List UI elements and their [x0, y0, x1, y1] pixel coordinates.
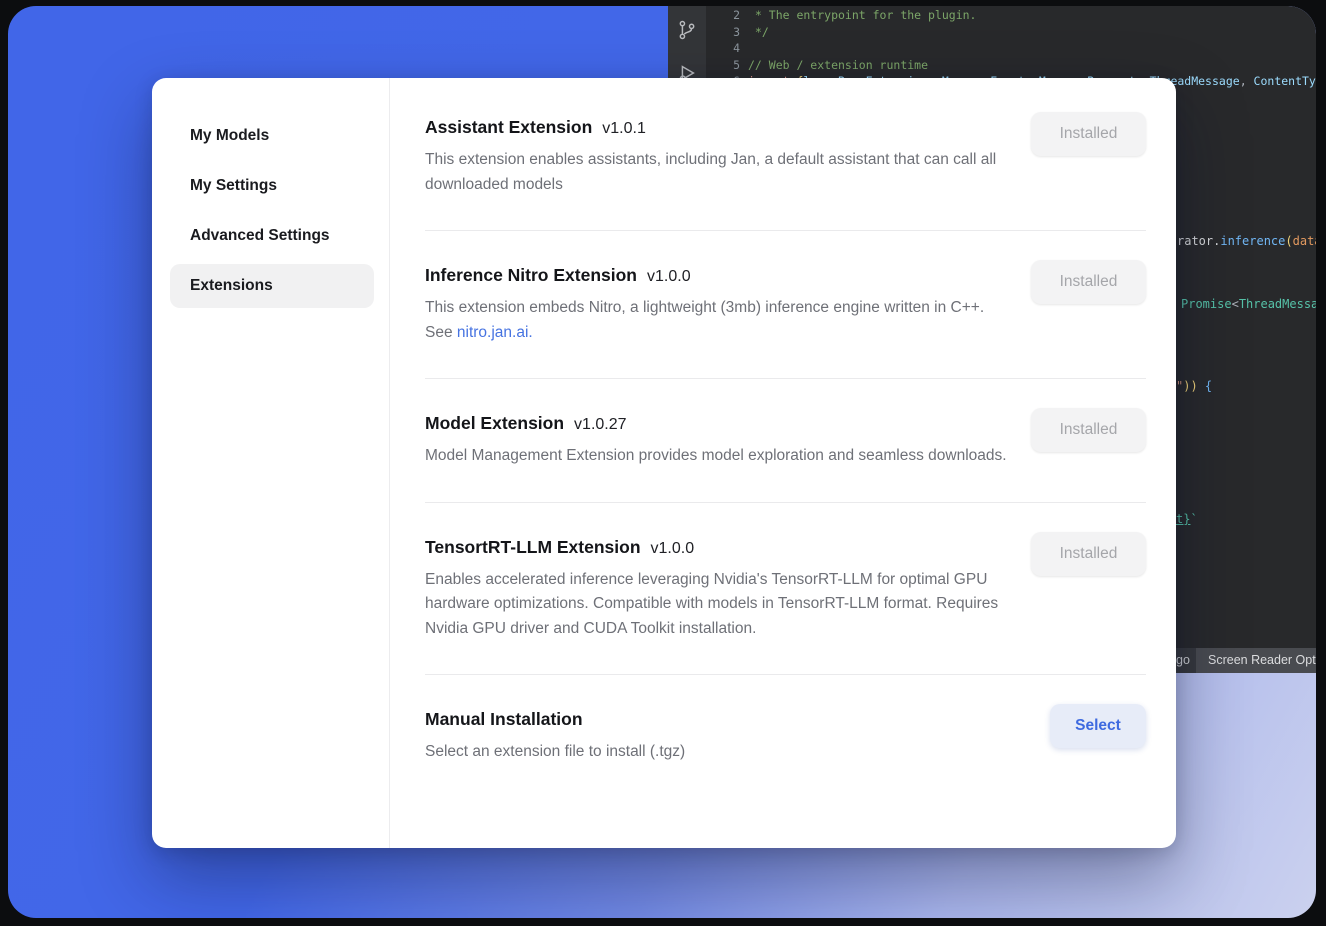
extension-row: Inference Nitro Extension v1.0.0 This ext… [425, 260, 1146, 345]
extension-description: Enables accelerated inference leveraging… [425, 568, 1010, 642]
installed-button[interactable]: Installed [1031, 260, 1146, 304]
code-line: 3 */ [706, 24, 1316, 41]
sidebar-item-extensions[interactable]: Extensions [170, 264, 374, 308]
extension-version: v1.0.0 [647, 268, 691, 285]
extension-row: Assistant Extension v1.0.1 This extension… [425, 112, 1146, 197]
code-line: 5// Web / extension runtime [706, 57, 1316, 74]
extension-version: v1.0.27 [574, 416, 626, 433]
extension-row: TensortRT-LLM Extension v1.0.0 Enables ac… [425, 532, 1146, 642]
code-line: 4 [706, 40, 1316, 57]
extension-description: This extension embeds Nitro, a lightweig… [425, 296, 1010, 345]
sidebar-item-label: My Models [190, 127, 269, 145]
code-fragment: t}` [1176, 512, 1198, 527]
manual-installation-row: Manual Installation Select an extension … [425, 704, 1146, 765]
background-card: 2 * The entrypoint for the plugin.3 */45… [8, 6, 1316, 918]
installed-button[interactable]: Installed [1031, 112, 1146, 156]
extension-title: TensortRT-LLM Extension [425, 537, 641, 557]
select-button[interactable]: Select [1050, 704, 1146, 748]
nitro-link[interactable]: nitro.jan.ai. [457, 324, 533, 341]
row-divider [425, 674, 1146, 675]
code-fragment: rator.inference(data)); [1177, 234, 1316, 249]
extension-row: Model Extension v1.0.27 Model Management … [425, 408, 1146, 469]
extension-version: v1.0.1 [602, 120, 646, 137]
extension-description: Model Management Extension provides mode… [425, 444, 1007, 469]
sidebar-item-label: Advanced Settings [190, 227, 330, 245]
extension-description: Select an extension file to install (.tg… [425, 740, 685, 765]
sidebar-item-my-settings[interactable]: My Settings [170, 164, 374, 208]
row-divider [425, 502, 1146, 503]
status-text: go [1176, 648, 1190, 673]
row-divider [425, 230, 1146, 231]
settings-dialog: My Models My Settings Advanced Settings Ext… [152, 78, 1176, 848]
sidebar-item-label: Extensions [190, 277, 273, 295]
extension-title: Manual Installation [425, 709, 583, 729]
code-line: 2 * The entrypoint for the plugin. [706, 7, 1316, 24]
extension-title: Model Extension [425, 413, 564, 433]
source-control-icon[interactable] [676, 19, 698, 41]
code-fragment: ")) { [1176, 379, 1212, 394]
row-divider [425, 378, 1146, 379]
sidebar-item-advanced-settings[interactable]: Advanced Settings [170, 214, 374, 258]
extensions-panel: Assistant Extension v1.0.1 This extension… [425, 78, 1146, 765]
sidebar-item-label: My Settings [190, 177, 277, 195]
installed-button[interactable]: Installed [1031, 532, 1146, 576]
extension-title: Assistant Extension [425, 117, 592, 137]
settings-sidebar: My Models My Settings Advanced Settings Ext… [152, 78, 390, 848]
extension-title: Inference Nitro Extension [425, 265, 637, 285]
code-fragment: Promise<ThreadMessage> [1181, 297, 1316, 312]
extension-description: This extension enables assistants, inclu… [425, 148, 1010, 197]
sidebar-item-my-models[interactable]: My Models [170, 114, 374, 158]
extension-version: v1.0.0 [651, 540, 695, 557]
screen-reader-optimized-badge[interactable]: Screen Reader Optimized [1196, 648, 1316, 673]
installed-button[interactable]: Installed [1031, 408, 1146, 452]
